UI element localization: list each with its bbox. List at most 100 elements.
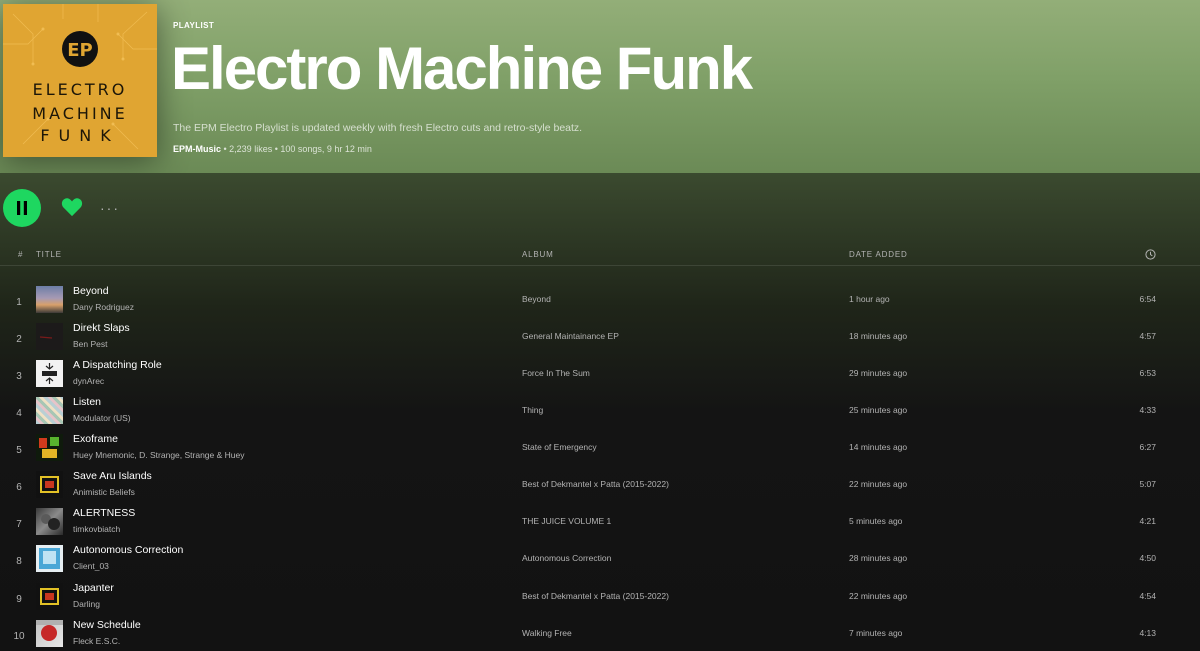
- track-album[interactable]: Best of Dekmantel x Patta (2015-2022): [522, 479, 669, 489]
- track-artwork: [36, 471, 63, 498]
- track-album[interactable]: Autonomous Correction: [522, 553, 611, 563]
- track-number: 4: [16, 408, 22, 419]
- track-row[interactable]: 9 Japanter Darling Best of Dekmantel x P…: [0, 580, 1200, 617]
- playlist-meta: EPM-Music • 2,239 likes • 100 songs, 9 h…: [173, 144, 372, 154]
- cover-text-line-2: MACHINE: [32, 104, 128, 123]
- track-album[interactable]: Thing: [522, 405, 543, 415]
- pause-icon: [17, 201, 27, 215]
- track-title[interactable]: Listen: [73, 396, 101, 408]
- track-row[interactable]: 10 New Schedule Fleck E.S.C. Walking Fre…: [0, 617, 1200, 651]
- track-number: 1: [16, 297, 22, 308]
- track-artist[interactable]: dynArec: [73, 376, 104, 386]
- track-number: 10: [13, 631, 25, 642]
- track-number: 9: [16, 594, 22, 605]
- track-date-added: 28 minutes ago: [849, 553, 908, 563]
- track-duration: 4:21: [1139, 516, 1156, 526]
- column-number: #: [18, 250, 24, 259]
- track-duration: 5:07: [1139, 479, 1156, 489]
- track-row[interactable]: 5 Exoframe Huey Mnemonic, D. Strange, St…: [0, 431, 1200, 468]
- track-date-added: 1 hour ago: [849, 294, 890, 304]
- track-artwork: [36, 508, 63, 535]
- track-duration: 4:54: [1139, 591, 1156, 601]
- track-date-added: 7 minutes ago: [849, 628, 903, 638]
- track-title[interactable]: ALERTNESS: [73, 507, 135, 519]
- playlist-cover[interactable]: EP ELECTRO MACHINE FUNK: [3, 4, 157, 157]
- artwork-pattern: [40, 476, 59, 493]
- action-bar: ···: [0, 188, 200, 228]
- pause-button[interactable]: [3, 189, 41, 227]
- artwork-pattern: [36, 620, 63, 641]
- track-title[interactable]: A Dispatching Role: [73, 359, 162, 371]
- track-artist[interactable]: Modulator (US): [73, 413, 131, 423]
- track-number: 8: [16, 556, 22, 567]
- artwork-pattern: [39, 548, 60, 569]
- track-date-added: 14 minutes ago: [849, 442, 908, 452]
- track-table-header: # TITLE ALBUM DATE ADDED: [0, 244, 1200, 266]
- track-number: 7: [16, 519, 22, 530]
- track-date-added: 25 minutes ago: [849, 405, 908, 415]
- track-title[interactable]: Direkt Slaps: [73, 322, 130, 334]
- more-options-button[interactable]: ···: [98, 198, 122, 218]
- track-title[interactable]: Beyond: [73, 285, 109, 297]
- track-artist[interactable]: timkovbiatch: [73, 524, 120, 534]
- cover-text-line-3: FUNK: [40, 126, 120, 145]
- track-row[interactable]: 8 Autonomous Correction Client_03 Autono…: [0, 542, 1200, 579]
- artwork-pattern: [42, 363, 57, 384]
- owner-link[interactable]: EPM-Music: [173, 144, 221, 154]
- track-artist[interactable]: Fleck E.S.C.: [73, 636, 120, 646]
- track-duration: 6:53: [1139, 368, 1156, 378]
- column-duration[interactable]: [1145, 249, 1156, 262]
- artwork-pattern: [40, 588, 59, 605]
- track-artist[interactable]: Ben Pest: [73, 339, 108, 349]
- track-artist[interactable]: Client_03: [73, 561, 109, 571]
- playlist-stats: • 2,239 likes • 100 songs, 9 hr 12 min: [221, 144, 372, 154]
- heart-icon: [61, 197, 83, 216]
- track-number: 6: [16, 482, 22, 493]
- track-title[interactable]: Save Aru Islands: [73, 470, 152, 482]
- track-duration: 6:27: [1139, 442, 1156, 452]
- track-title[interactable]: New Schedule: [73, 619, 141, 631]
- track-row[interactable]: 7 ALERTNESS timkovbiatch THE JUICE VOLUM…: [0, 505, 1200, 542]
- track-album[interactable]: General Maintainance EP: [522, 331, 619, 341]
- track-album[interactable]: THE JUICE VOLUME 1: [522, 516, 611, 526]
- track-album[interactable]: Walking Free: [522, 628, 572, 638]
- track-artist[interactable]: Dany Rodriguez: [73, 302, 134, 312]
- track-row[interactable]: 6 Save Aru Islands Animistic Beliefs Bes…: [0, 468, 1200, 505]
- track-album[interactable]: Best of Dekmantel x Patta (2015-2022): [522, 591, 669, 601]
- column-title[interactable]: TITLE: [36, 250, 62, 259]
- track-duration: 4:57: [1139, 331, 1156, 341]
- track-duration: 6:54: [1139, 294, 1156, 304]
- track-artist[interactable]: Darling: [73, 599, 100, 609]
- track-duration: 4:13: [1139, 628, 1156, 638]
- playlist-type-label: PLAYLIST: [173, 21, 215, 30]
- track-artwork: [36, 323, 63, 350]
- artwork-pattern: [39, 336, 53, 339]
- track-number: 5: [16, 445, 22, 456]
- track-date-added: 18 minutes ago: [849, 331, 908, 341]
- svg-text:EP: EP: [67, 40, 93, 61]
- track-artwork: [36, 360, 63, 387]
- column-date-added[interactable]: DATE ADDED: [849, 250, 908, 259]
- track-row[interactable]: 1 Beyond Dany Rodriguez Beyond 1 hour ag…: [0, 283, 1200, 320]
- track-row[interactable]: 4 Listen Modulator (US) Thing 25 minutes…: [0, 394, 1200, 431]
- track-artist[interactable]: Huey Mnemonic, D. Strange, Strange & Hue…: [73, 450, 245, 460]
- track-row[interactable]: 2 Direkt Slaps Ben Pest General Maintain…: [0, 320, 1200, 357]
- track-artist[interactable]: Animistic Beliefs: [73, 487, 135, 497]
- track-artwork: [36, 545, 63, 572]
- playlist-description: The EPM Electro Playlist is updated week…: [173, 122, 583, 134]
- track-album[interactable]: Force In The Sum: [522, 368, 590, 378]
- like-button[interactable]: [59, 195, 85, 221]
- track-number: 2: [16, 334, 22, 345]
- track-title[interactable]: Exoframe: [73, 433, 118, 445]
- clock-icon: [1145, 249, 1156, 260]
- track-album[interactable]: Beyond: [522, 294, 551, 304]
- track-number: 3: [16, 371, 22, 382]
- track-date-added: 22 minutes ago: [849, 479, 908, 489]
- track-album[interactable]: State of Emergency: [522, 442, 597, 452]
- track-date-added: 5 minutes ago: [849, 516, 903, 526]
- track-title[interactable]: Autonomous Correction: [73, 544, 183, 556]
- track-row[interactable]: 3 A Dispatching Role dynArec Force In Th…: [0, 357, 1200, 394]
- column-album[interactable]: ALBUM: [522, 250, 554, 259]
- epm-logo-icon: EP: [62, 31, 98, 67]
- track-title[interactable]: Japanter: [73, 582, 114, 594]
